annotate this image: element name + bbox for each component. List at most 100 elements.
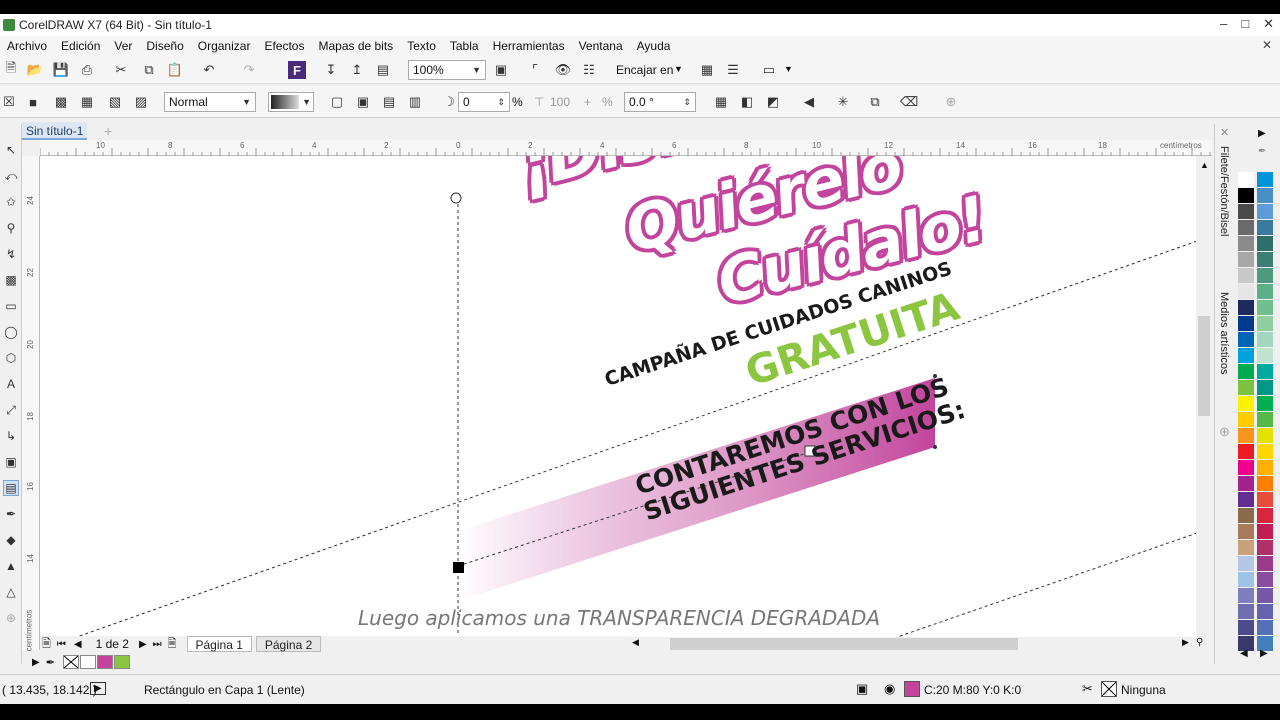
palette-color-swatch[interactable]	[1238, 252, 1254, 267]
horizontal-scroll-thumb[interactable]	[670, 638, 1018, 650]
palette-color-swatch[interactable]	[1238, 204, 1254, 219]
bitmap-pattern-icon[interactable]: ▧	[106, 93, 124, 111]
doc-close-icon[interactable]: ✕	[1262, 38, 1272, 52]
menu-archivo[interactable]: Archivo	[0, 39, 54, 53]
reverse-transparency-icon[interactable]: ▦	[712, 93, 730, 111]
welcome-screen-icon[interactable]: ▦	[698, 61, 716, 79]
palette-color-swatch[interactable]	[1238, 508, 1254, 523]
uniform-transparency-icon[interactable]: ■	[24, 93, 42, 111]
redo-icon[interactable]: ↷	[240, 61, 258, 79]
zoom-navigator-icon[interactable]: ⚲	[1196, 637, 1203, 648]
paste-icon[interactable]: 📋	[166, 61, 184, 79]
color-eyedropper-icon[interactable]: ✒	[3, 506, 19, 522]
fill-color-swatch[interactable]	[904, 681, 920, 697]
clear-transparency-icon[interactable]: ⌫	[900, 93, 918, 111]
drop-shadow-icon[interactable]: ▣	[3, 454, 19, 470]
palette-color-swatch[interactable]	[1238, 572, 1254, 587]
fountain-transparency-icon[interactable]: ▩	[52, 93, 70, 111]
print-icon[interactable]: ⎙	[78, 61, 96, 79]
rectangle-tool-icon[interactable]: ▭	[3, 298, 19, 314]
scroll-left-icon[interactable]: ◀	[632, 637, 639, 648]
launcher-chevron-icon[interactable]: ▼	[784, 64, 793, 74]
palette-color-swatch[interactable]	[1238, 620, 1254, 635]
palette-color-swatch[interactable]	[1238, 348, 1254, 363]
freeze-transparency-icon[interactable]: ✳	[834, 93, 852, 111]
palette-color-swatch[interactable]	[1257, 236, 1273, 251]
outline-pen-status-icon[interactable]: ✂	[1082, 681, 1093, 697]
palette-color-swatch[interactable]	[1257, 620, 1273, 635]
connector-tool-icon[interactable]: ↳	[3, 428, 19, 444]
palette-color-swatch[interactable]	[1257, 348, 1273, 363]
palette-color-swatch[interactable]	[1257, 572, 1273, 587]
palette-eyedropper-icon[interactable]: ✒	[1258, 146, 1266, 157]
midpoint-stepper-icon[interactable]: +	[584, 95, 591, 109]
palette-color-swatch[interactable]	[1238, 460, 1254, 475]
palette-color-swatch[interactable]	[1257, 268, 1273, 283]
midpoint-value[interactable]: 100	[550, 95, 570, 109]
open-icon[interactable]: 📂	[26, 61, 44, 79]
white-swatch[interactable]	[79, 655, 96, 669]
scroll-right-icon[interactable]: ▶	[1182, 637, 1189, 648]
green-swatch[interactable]	[113, 655, 130, 669]
save-icon[interactable]: 💾	[52, 61, 70, 79]
prev-page-icon[interactable]: ◀	[74, 639, 82, 650]
show-grid-icon[interactable]: 👁	[554, 61, 572, 79]
palette-color-swatch[interactable]	[1238, 524, 1254, 539]
menu-organizar[interactable]: Organizar	[191, 39, 258, 53]
drawing-canvas[interactable]: ¡Disfrútalo! Quiérelo Cuídalo! CAMPAÑA D…	[40, 156, 1210, 650]
palette-color-swatch[interactable]	[1238, 188, 1254, 203]
transparency-value-input[interactable]: 0 ⇕	[458, 92, 510, 112]
palette-color-swatch[interactable]	[1238, 172, 1254, 187]
menu-ver[interactable]: Ver	[107, 39, 139, 53]
palette-color-swatch[interactable]	[1257, 524, 1273, 539]
corel-connect-icon[interactable]: F	[288, 61, 306, 79]
docker-close-icon[interactable]: ✕	[1220, 126, 1229, 139]
smart-fill-icon[interactable]: ▩	[3, 272, 19, 288]
horizontal-scrollbar[interactable]: ◀ ▶ ⚲	[630, 637, 1210, 651]
palette-color-swatch[interactable]	[1257, 604, 1273, 619]
palette-color-swatch[interactable]	[1238, 316, 1254, 331]
no-color-swatch[interactable]	[62, 655, 79, 669]
palette-color-swatch[interactable]	[1257, 332, 1273, 347]
palette-color-swatch[interactable]	[1238, 300, 1254, 315]
no-transparency-icon[interactable]: ☒	[0, 93, 18, 111]
rotation-handle[interactable]	[450, 192, 462, 204]
options-icon[interactable]: ☰	[724, 61, 742, 79]
menu-mapas-de-bits[interactable]: Mapas de bits	[311, 39, 400, 53]
menu-diseno[interactable]: Diseño	[139, 39, 190, 53]
export-icon[interactable]: ↥	[348, 61, 366, 79]
smart-fill-tool-icon[interactable]: ▲	[3, 558, 19, 574]
minimize-button[interactable]: –	[1220, 16, 1227, 32]
palette-color-swatch[interactable]	[1238, 332, 1254, 347]
show-guides-icon[interactable]: ☷	[580, 61, 598, 79]
full-screen-icon[interactable]: ▣	[492, 61, 510, 79]
application-launcher-icon[interactable]: ▭	[760, 61, 778, 79]
crop-tool-icon[interactable]: ✩	[3, 194, 19, 210]
pink-swatch[interactable]	[96, 655, 113, 669]
play-icon[interactable]: ▶	[90, 682, 106, 695]
palette-color-swatch[interactable]	[1257, 460, 1273, 475]
palette-color-swatch[interactable]	[1257, 364, 1273, 379]
vector-pattern-icon[interactable]: ▦	[78, 93, 96, 111]
conical-fountain-icon[interactable]: ▤	[380, 93, 398, 111]
outline-pen-icon[interactable]: △	[3, 584, 19, 600]
snap-to-dropdown[interactable]: Encajar en	[616, 63, 673, 77]
palette-scroll-up-icon[interactable]: ▶	[1258, 128, 1266, 139]
polygon-tool-icon[interactable]: ⬡	[3, 350, 19, 366]
palette-color-swatch[interactable]	[1257, 508, 1273, 523]
palette-color-swatch[interactable]	[1238, 604, 1254, 619]
edit-transparency-icon[interactable]: ◀	[800, 93, 818, 111]
transparency-tool-icon[interactable]: ▤	[3, 480, 19, 496]
palette-color-swatch[interactable]	[1257, 428, 1273, 443]
palette-color-swatch[interactable]	[1257, 492, 1273, 507]
palette-color-swatch[interactable]	[1257, 588, 1273, 603]
menu-efectos[interactable]: Efectos	[257, 39, 311, 53]
outline-only-icon[interactable]: ◩	[764, 93, 782, 111]
publish-pdf-icon[interactable]: ▤	[374, 61, 392, 79]
palette-color-swatch[interactable]	[1238, 364, 1254, 379]
elliptical-fountain-icon[interactable]: ▣	[354, 93, 372, 111]
palette-color-swatch[interactable]	[1238, 492, 1254, 507]
palette-color-swatch[interactable]	[1257, 444, 1273, 459]
text-tool-icon[interactable]: A	[3, 376, 19, 392]
tab-sin-titulo[interactable]: Sin título-1	[22, 122, 88, 140]
